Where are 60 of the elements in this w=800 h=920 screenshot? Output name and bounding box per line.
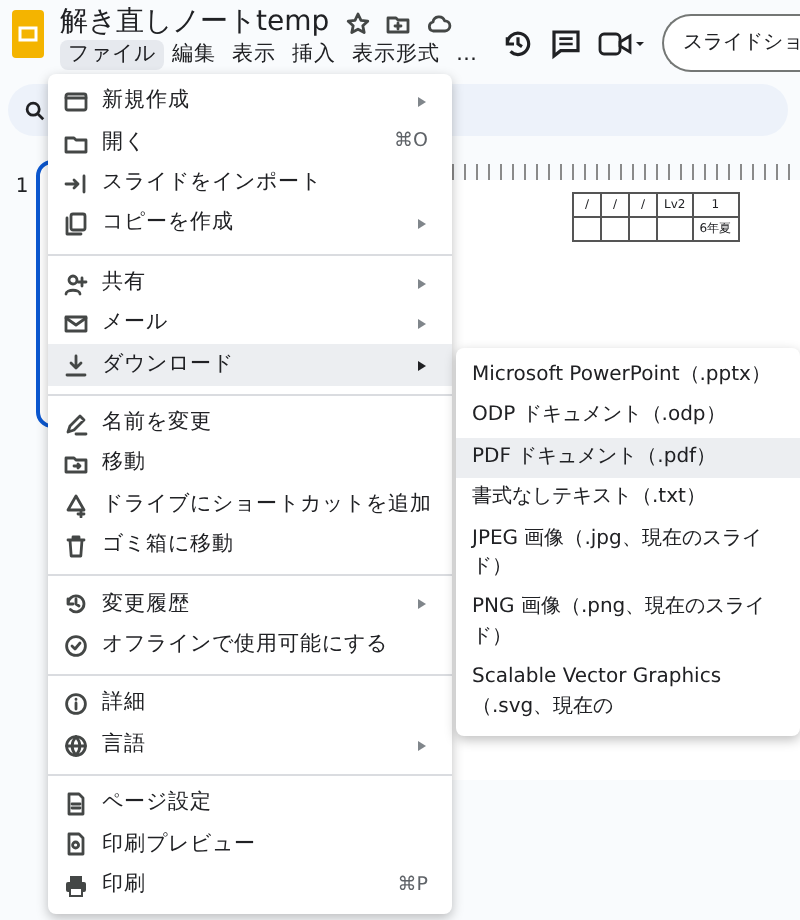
shortcut-text: ⌘P — [397, 871, 428, 900]
submenu-item[interactable]: Microsoft PowerPoint（.pptx） — [456, 356, 800, 397]
menu-bar-item[interactable]: 挿入 — [284, 40, 344, 70]
printer-icon — [64, 873, 88, 898]
menu-item[interactable]: コピーを作成 — [48, 204, 452, 246]
import-icon — [64, 171, 88, 196]
copy-icon — [64, 212, 88, 237]
submenu-item[interactable]: 書式なしテキスト（.txt） — [456, 478, 800, 520]
menu-bar-item[interactable]: 表示 — [224, 40, 284, 70]
menu-item[interactable]: 共有 — [48, 263, 452, 304]
page-preview-icon — [64, 832, 88, 857]
menu-item[interactable]: 名前を変更 — [48, 403, 452, 445]
document-title[interactable]: 解き直しノートtemp — [60, 6, 330, 40]
folder-icon — [64, 131, 88, 156]
menu-item[interactable]: 移動 — [48, 444, 452, 486]
menu-item[interactable]: ダウンロード — [48, 344, 452, 386]
menu-item[interactable]: メール — [48, 303, 452, 345]
person-add-icon — [64, 271, 88, 296]
submenu-item[interactable]: PNG 画像（.png、現在のスライド） — [456, 588, 800, 659]
slide-number: 1 — [13, 174, 31, 202]
info-icon — [64, 692, 88, 717]
video-camera-icon[interactable] — [597, 29, 645, 57]
menu-item[interactable]: 開く ⌘O — [48, 122, 452, 164]
submenu-item[interactable]: JPEG 画像（.jpg、現在のスライド） — [456, 519, 800, 589]
cloud-icon — [425, 11, 452, 35]
submenu-item[interactable]: ODP ドキュメント（.odp） — [456, 396, 800, 438]
menu-bar-item[interactable]: ファイル — [60, 40, 164, 70]
menu-item[interactable]: 変更履歴 — [48, 584, 452, 626]
search-icon — [24, 99, 46, 121]
menu-item[interactable]: オフラインで使用可能にする — [48, 625, 452, 667]
submenu-item[interactable]: PDF ドキュメント（.pdf） — [456, 437, 800, 479]
monitor-icon — [64, 90, 88, 115]
menu-item[interactable]: 詳細 — [48, 684, 452, 725]
shortcut-text: ⌘O — [394, 128, 428, 157]
history-icon — [501, 27, 533, 59]
star-icon — [345, 11, 370, 35]
menu-item[interactable]: 印刷プレビュー — [48, 824, 452, 866]
globe-icon — [64, 733, 88, 758]
menu-item[interactable]: 印刷 ⌘P — [48, 865, 452, 907]
folder-move-icon — [64, 452, 88, 477]
menu-item[interactable]: ページ設定 — [48, 783, 452, 825]
menu-item[interactable]: スライドをインポート — [48, 163, 452, 205]
menu-item[interactable]: ゴミ箱に移動 — [48, 525, 452, 567]
trash-icon — [64, 534, 88, 559]
menu-item[interactable]: ドライブにショートカットを追加 — [48, 485, 452, 526]
menu-item[interactable]: 言語 — [48, 724, 452, 766]
offline-check-icon — [64, 633, 88, 658]
envelope-icon — [64, 312, 88, 337]
submenu-item[interactable]: Scalable Vector Graphics（.svg、現在の — [456, 658, 800, 729]
drive-add-icon — [64, 493, 88, 518]
download-icon — [64, 353, 88, 378]
folder-move-icon — [385, 11, 410, 35]
comment-icon — [549, 27, 581, 59]
page-icon — [64, 792, 88, 817]
menu-bar-item[interactable]: 表示形式 — [344, 40, 448, 70]
pencil-icon — [64, 411, 88, 436]
slideshow-button[interactable]: スライドショ — [661, 14, 800, 72]
menu-bar-item[interactable]: … — [448, 40, 485, 70]
history-icon — [64, 592, 88, 617]
menu-bar-item[interactable]: 編集 — [164, 40, 224, 70]
